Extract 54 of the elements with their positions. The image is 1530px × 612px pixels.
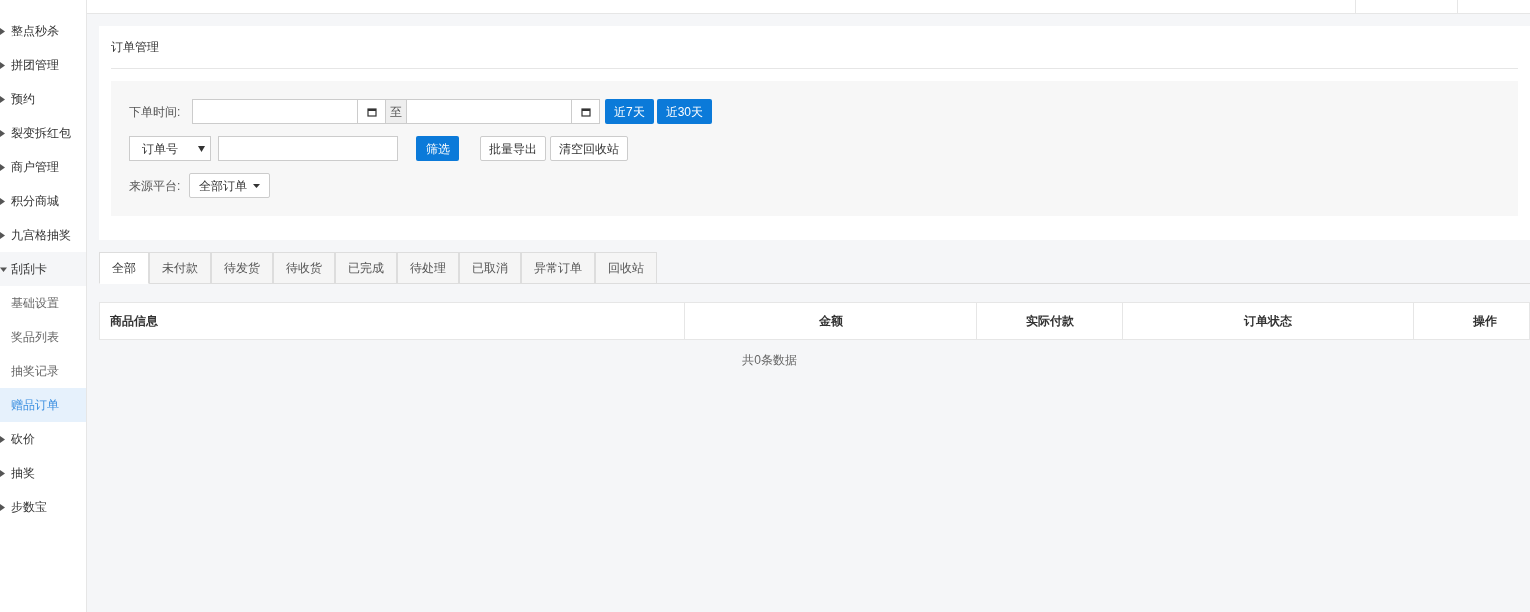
- sidebar-item[interactable]: 商户管理: [0, 150, 86, 184]
- sidebar-subitem[interactable]: 奖品列表: [0, 320, 86, 354]
- column-header: 金额: [684, 303, 976, 339]
- quick-range-button[interactable]: 近7天: [605, 99, 654, 124]
- tab[interactable]: 异常订单: [521, 252, 595, 284]
- quick-range-button[interactable]: 近30天: [656, 99, 713, 124]
- sidebar-item[interactable]: 预约: [0, 82, 86, 116]
- tab[interactable]: 回收站: [595, 252, 657, 284]
- action-button[interactable]: 清空回收站: [550, 136, 628, 161]
- column-header: 操作: [1413, 303, 1529, 339]
- panel-title: 订单管理: [111, 39, 159, 56]
- caret-icon: [0, 503, 7, 511]
- sidebar-item[interactable]: 步数宝: [0, 490, 86, 524]
- column-header: 实际付款: [976, 303, 1122, 339]
- sidebar-item[interactable]: 刮刮卡: [0, 252, 86, 286]
- action-button[interactable]: 批量导出: [480, 136, 546, 161]
- sidebar-item[interactable]: 抽奖: [0, 456, 86, 490]
- tab[interactable]: 待收货: [273, 252, 335, 284]
- dropdown-icon: [198, 145, 205, 152]
- caret-icon: [0, 469, 7, 477]
- tab[interactable]: 已取消: [459, 252, 521, 284]
- column-header: 订单状态: [1122, 303, 1413, 339]
- sidebar-subitem[interactable]: 抽奖记录: [0, 354, 86, 388]
- range-separator: 至: [386, 99, 406, 124]
- tab[interactable]: 全部: [99, 252, 149, 284]
- caret-icon: [0, 129, 7, 137]
- sidebar-item[interactable]: 九宫格抽奖: [0, 218, 86, 252]
- caret-icon: [0, 231, 7, 239]
- sidebar-item[interactable]: 拼团管理: [0, 48, 86, 82]
- platform-dropdown[interactable]: 全部订单: [189, 173, 270, 198]
- sidebar-item[interactable]: 砍价: [0, 422, 86, 456]
- caret-icon: [0, 197, 7, 205]
- select-field[interactable]: 订单号: [129, 136, 211, 161]
- sidebar-item[interactable]: 裂变拆红包: [0, 116, 86, 150]
- tab[interactable]: 未付款: [149, 252, 211, 284]
- sidebar-item[interactable]: 积分商城: [0, 184, 86, 218]
- field-label: 下单时间:: [129, 103, 182, 121]
- filter-button[interactable]: 筛选: [416, 136, 459, 161]
- sidebar-subitem[interactable]: 基础设置: [0, 286, 86, 320]
- caret-icon: [0, 27, 7, 35]
- tab[interactable]: 已完成: [335, 252, 397, 284]
- sidebar-item[interactable]: 整点秒杀: [0, 14, 86, 48]
- field-label: 来源平台:: [129, 177, 182, 195]
- caret-icon: [0, 61, 7, 69]
- caret-icon: [0, 435, 7, 443]
- caret-icon: [253, 183, 260, 188]
- empty-message: 共0条数据: [742, 352, 797, 369]
- column-header: 商品信息: [109, 313, 159, 330]
- caret-icon: [0, 163, 7, 171]
- search-field[interactable]: [218, 136, 398, 161]
- caret-icon: [0, 265, 7, 273]
- caret-icon: [0, 95, 7, 103]
- tab[interactable]: 待发货: [211, 252, 273, 284]
- tab[interactable]: 待处理: [397, 252, 459, 284]
